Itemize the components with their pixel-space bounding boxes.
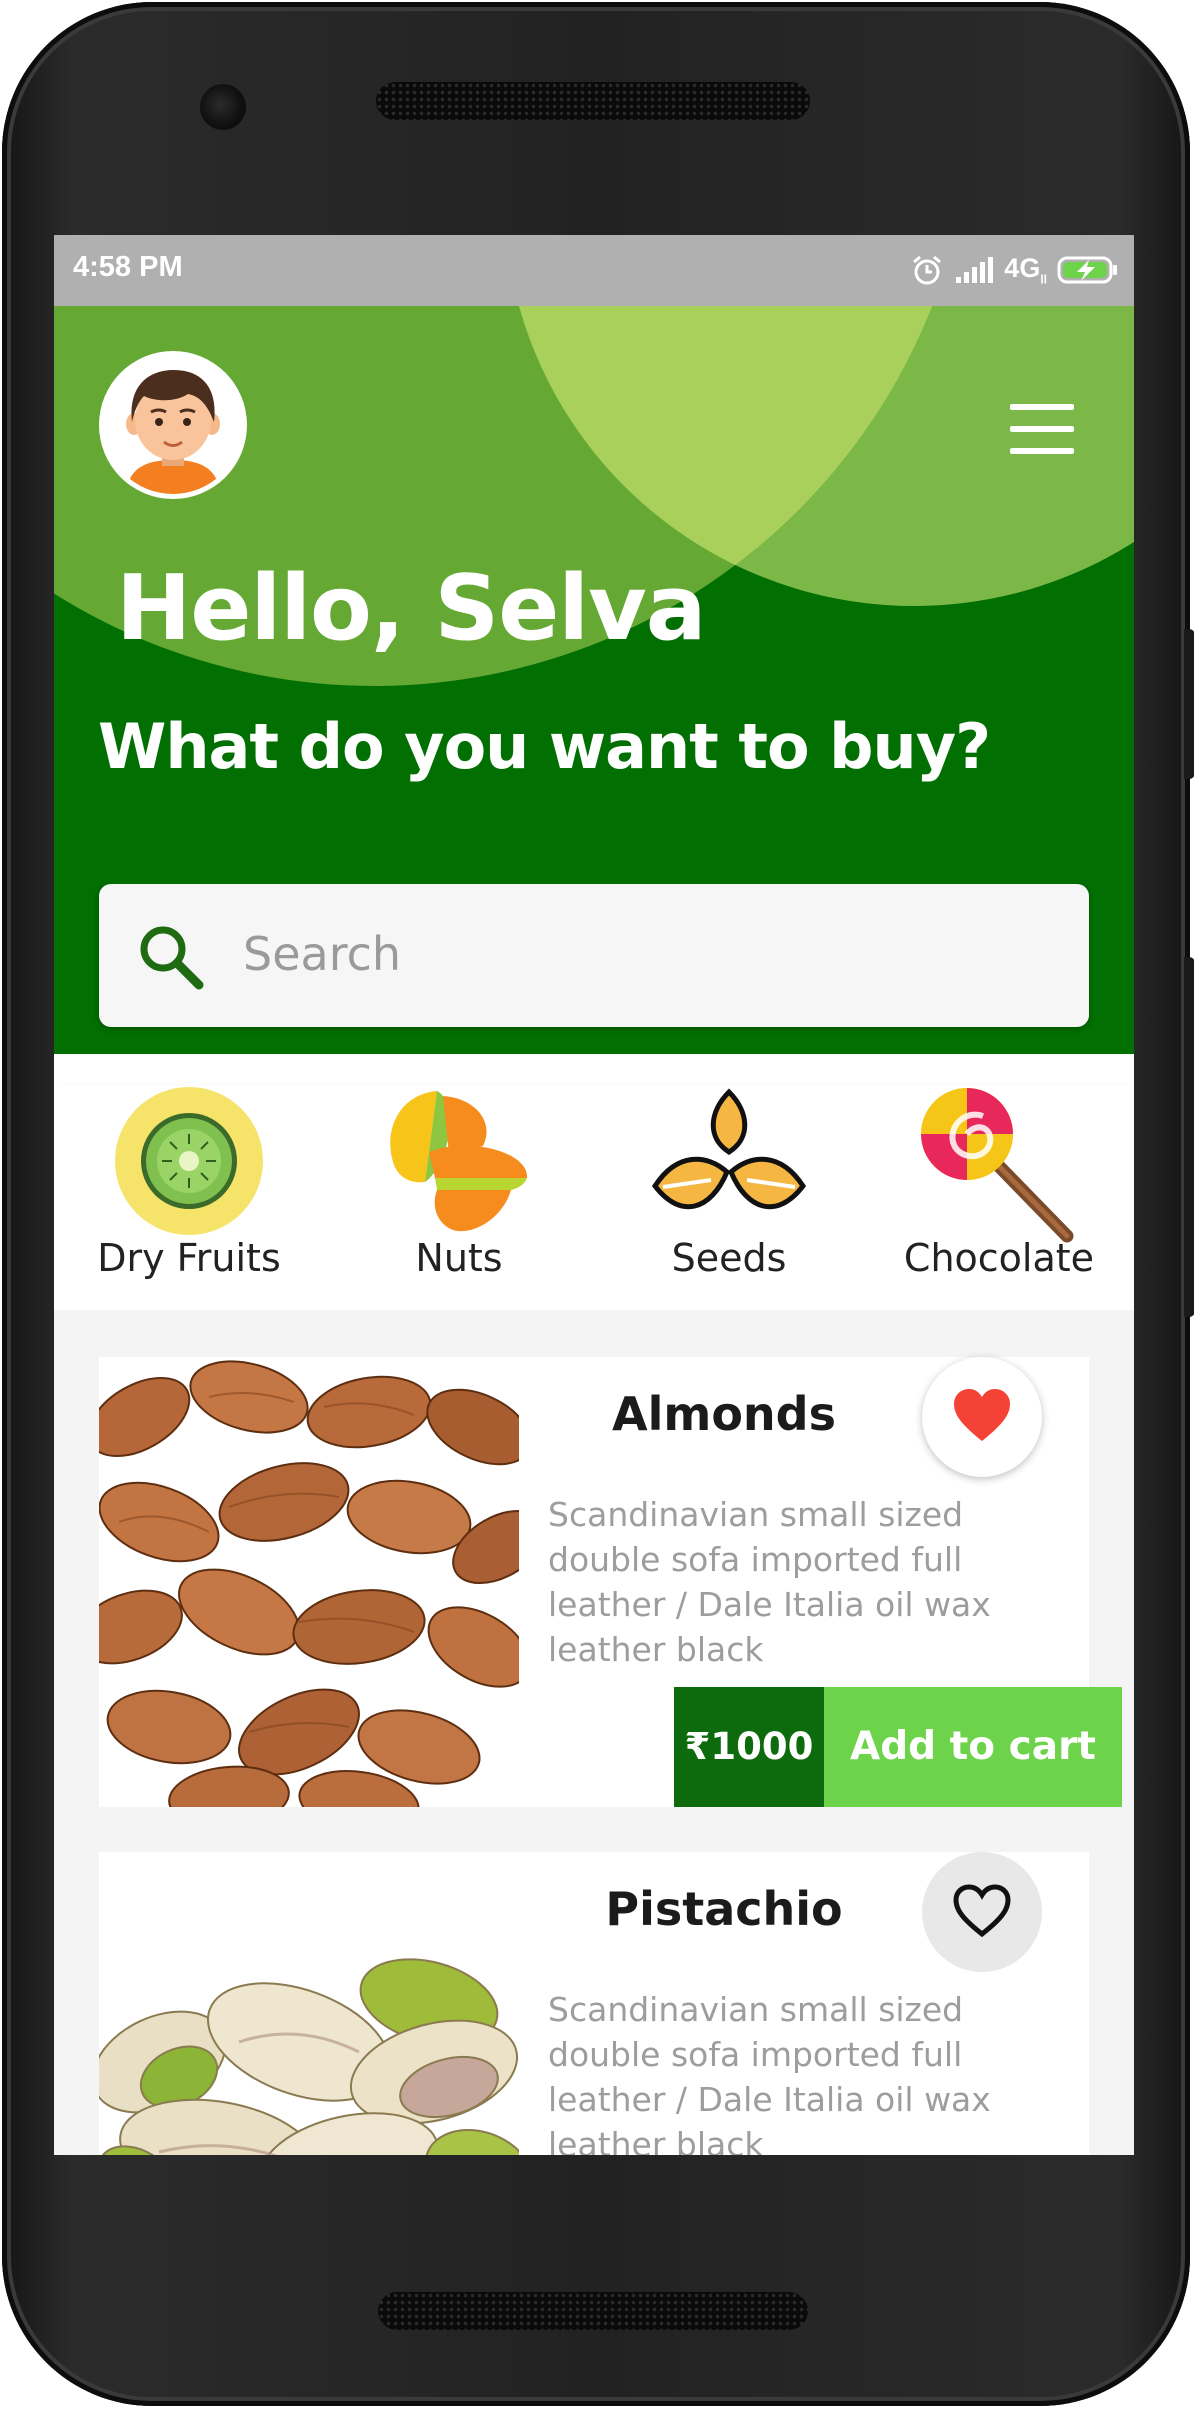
front-camera (200, 84, 246, 130)
product-name: Almonds (612, 1387, 836, 1441)
product-description: Scandinavian small sized double sofa imp… (548, 1495, 991, 1669)
power-button (1184, 957, 1194, 1317)
product-description: Scandinavian small sized double sofa imp… (548, 1990, 991, 2155)
lollipop-icon (921, 1088, 1074, 1243)
favorite-button[interactable] (922, 1357, 1042, 1477)
signal-icon (956, 257, 994, 283)
phone-frame: 4:58 PM 4Gll Hello, Selva What do you wa… (2, 2, 1194, 2406)
category-label: Seeds (671, 1236, 787, 1280)
heart-outline-icon (953, 1884, 1011, 1938)
category-label: Nuts (415, 1236, 503, 1280)
product-card[interactable]: Almonds Scandinavian small sized double … (99, 1357, 1122, 1807)
pistachio-image (99, 1852, 519, 2155)
add-to-cart-button[interactable]: Add to cart (824, 1687, 1122, 1807)
volume-button (1184, 629, 1194, 779)
network-type: 4Gll (1004, 253, 1047, 287)
heart-filled-icon (954, 1389, 1010, 1441)
prompt-subtitle: What do you want to buy? (98, 710, 991, 783)
avatar[interactable] (99, 351, 247, 499)
search-box[interactable] (99, 884, 1089, 1027)
product-name: Pistachio (605, 1882, 843, 1936)
header: Hello, Selva What do you want to buy? (54, 306, 1134, 1054)
product-card[interactable]: Pistachio Scandinavian small sized doubl… (99, 1852, 1089, 2155)
pistachio-icon (390, 1091, 528, 1232)
status-bar: 4:58 PM 4Gll (54, 235, 1134, 306)
battery-charging-icon (1057, 256, 1117, 284)
category-label: Chocolate (903, 1236, 1095, 1280)
boy-avatar-icon (126, 370, 220, 494)
alarm-icon (913, 255, 942, 285)
app-screen: 4:58 PM 4Gll Hello, Selva What do you wa… (54, 235, 1134, 2155)
favorite-button[interactable] (922, 1852, 1042, 1972)
bottom-speaker-grille (378, 2292, 808, 2330)
menu-button[interactable] (1007, 404, 1077, 454)
seeds-icon (651, 1088, 807, 1210)
category-seeds[interactable]: Seeds (594, 1086, 864, 1310)
kiwi-icon (115, 1087, 263, 1235)
category-chocolate[interactable]: Chocolate (864, 1086, 1134, 1310)
price-tag: ₹1000 (674, 1687, 824, 1807)
search-icon (140, 926, 204, 990)
search-input[interactable] (241, 914, 1061, 994)
status-time: 4:58 PM (73, 251, 183, 283)
category-nuts[interactable]: Nuts (324, 1086, 594, 1310)
top-speaker-grille (376, 82, 810, 120)
category-bar: Dry Fruits Nuts Seeds Chocolate (54, 1086, 1134, 1310)
status-icons: 4Gll (910, 249, 1119, 291)
category-label: Dry Fruits (97, 1236, 281, 1280)
greeting-title: Hello, Selva (116, 556, 707, 661)
category-dry-fruits[interactable]: Dry Fruits (54, 1086, 324, 1310)
almonds-image (99, 1357, 519, 1807)
